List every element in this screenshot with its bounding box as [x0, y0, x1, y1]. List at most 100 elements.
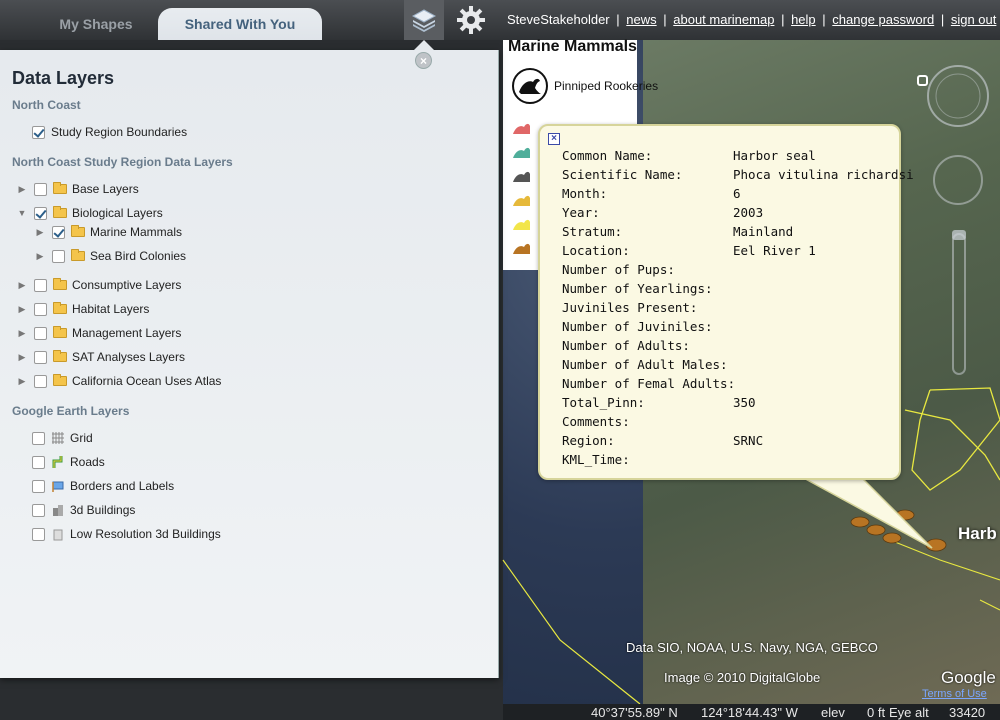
panel-title: Data Layers [12, 68, 115, 88]
balloon-field-key: Number of Adults: [562, 338, 690, 353]
balloon-field-key: Juviniles Present: [562, 300, 698, 315]
grid-icon [51, 431, 65, 445]
balloon-field-value: 350 [733, 395, 756, 410]
balloon-field-key: Number of Juviniles: [562, 319, 713, 334]
map-navigation-controls[interactable] [905, 62, 1000, 392]
legend-swatches [513, 123, 530, 254]
balloon-row: Common Name: Harbor seal [562, 148, 914, 167]
layer-label: 3d Buildings [70, 503, 136, 517]
layer-checkbox[interactable] [52, 225, 65, 239]
expand-right-icon[interactable]: ▶ [18, 376, 26, 386]
layer-biological[interactable]: ▼ Biological Layers [18, 204, 163, 222]
expand-right-icon[interactable]: ▶ [36, 227, 44, 237]
expand-right-icon[interactable]: ▶ [18, 280, 26, 290]
google-logo: Google [941, 668, 996, 687]
layer-checkbox[interactable] [34, 206, 47, 220]
layer-ocean-uses-atlas[interactable]: ▶ California Ocean Uses Atlas [18, 372, 221, 390]
layer-checkbox[interactable] [32, 527, 45, 541]
balloon-field-key: Number of Yearlings: [562, 281, 713, 296]
layer-roads[interactable]: Roads [32, 453, 105, 471]
folder-icon [53, 182, 67, 194]
section-north-coast: North Coast [12, 98, 81, 112]
coast-line [979, 599, 1000, 611]
expand-right-icon[interactable]: ▶ [18, 304, 26, 314]
balloon-field-value: Eel River 1 [733, 243, 816, 258]
layer-consumptive[interactable]: ▶ Consumptive Layers [18, 276, 181, 294]
layer-checkbox[interactable] [32, 503, 45, 517]
layer-checkbox[interactable] [34, 278, 47, 292]
balloon-field-key: Common Name: [562, 148, 653, 163]
layer-checkbox[interactable] [34, 326, 47, 340]
layer-label: Base Layers [72, 182, 139, 196]
layer-label: Habitat Layers [72, 302, 150, 316]
layer-low-res-3d-buildings[interactable]: Low Resolution 3d Buildings [32, 525, 221, 543]
balloon-row: Number of Pups: [562, 262, 914, 281]
folder-icon [53, 206, 67, 218]
layer-management[interactable]: ▶ Management Layers [18, 324, 181, 342]
section-ncsr-data-layers: North Coast Study Region Data Layers [12, 155, 233, 169]
place-label: Harb [958, 524, 997, 543]
close-panel-button[interactable]: × [415, 52, 432, 69]
image-credit: Image © 2010 DigitalGlobe [664, 670, 821, 685]
balloon-row: Location: Eel River 1 [562, 243, 914, 262]
layer-checkbox[interactable] [34, 182, 47, 196]
folder-icon [53, 302, 67, 314]
balloon-row: Stratum: Mainland [562, 224, 914, 243]
layer-label: Marine Mammals [90, 225, 183, 239]
layer-label: California Ocean Uses Atlas [72, 374, 222, 388]
layer-checkbox[interactable] [32, 431, 45, 445]
layer-checkbox[interactable] [32, 455, 45, 469]
balloon-row: KML_Time: [562, 452, 914, 471]
layer-label: Roads [70, 455, 105, 469]
balloon-row: Region: SRNC [562, 433, 914, 452]
layer-base[interactable]: ▶ Base Layers [18, 180, 139, 198]
expand-right-icon[interactable]: ▶ [18, 352, 26, 362]
layer-label: Management Layers [72, 326, 182, 340]
layer-checkbox[interactable] [32, 125, 45, 139]
latitude-readout: 40°37'55.89" N [591, 704, 678, 720]
layer-label: Biological Layers [72, 206, 163, 220]
layer-label: SAT Analyses Layers [72, 350, 185, 364]
balloon-field-key: Month: [562, 186, 608, 201]
balloon-row: Number of Yearlings: [562, 281, 914, 300]
layer-borders-labels[interactable]: Borders and Labels [32, 477, 174, 495]
layer-checkbox[interactable] [34, 302, 47, 316]
layer-habitat[interactable]: ▶ Habitat Layers [18, 300, 149, 318]
layer-label: Study Region Boundaries [51, 125, 188, 139]
layer-marine-mammals[interactable]: ▶ Marine Mammals [36, 223, 182, 241]
balloon-field-value: Mainland [733, 224, 794, 239]
terms-link[interactable]: Terms of Use [922, 688, 987, 700]
layer-checkbox[interactable] [32, 479, 45, 493]
zoom-slider[interactable] [952, 233, 966, 375]
flag-icon [51, 479, 65, 493]
layer-checkbox[interactable] [52, 249, 65, 263]
expand-right-icon[interactable]: ▶ [18, 184, 26, 194]
elevation-value: 0 ft [867, 704, 886, 720]
expand-right-icon[interactable]: ▶ [18, 328, 26, 338]
north-icon[interactable] [917, 75, 928, 86]
balloon-field-key: Stratum: [562, 224, 623, 239]
layer-study-region-boundaries[interactable]: Study Region Boundaries [32, 123, 187, 141]
layer-checkbox[interactable] [34, 350, 47, 364]
layer-label: Sea Bird Colonies [90, 249, 187, 263]
layer-sat-analyses[interactable]: ▶ SAT Analyses Layers [18, 348, 185, 366]
balloon-field-key: KML_Time: [562, 452, 630, 467]
layer-checkbox[interactable] [34, 374, 47, 388]
legend-title: Marine Mammals [508, 38, 637, 55]
coast-line [502, 559, 641, 705]
folder-icon [71, 225, 85, 237]
layer-3d-buildings[interactable]: 3d Buildings [32, 501, 135, 519]
expand-right-icon[interactable]: ▶ [36, 251, 44, 261]
rookery-markers[interactable] [850, 509, 947, 552]
expand-down-icon[interactable]: ▼ [18, 208, 27, 218]
layer-grid[interactable]: Grid [32, 429, 93, 447]
balloon-field-value: 2003 [733, 205, 764, 220]
map-attribution: Data SIO, NOAA, U.S. Navy, NGA, GEBCO [626, 640, 878, 655]
balloon-field-key: Location: [562, 243, 630, 258]
elevation-label: elev [821, 704, 845, 720]
balloon-field-key: Comments: [562, 414, 630, 429]
balloon-field-key: Number of Adult Males: [562, 357, 728, 372]
balloon-close-button[interactable]: × [548, 133, 560, 145]
roads-icon [51, 455, 65, 469]
layer-sea-bird-colonies[interactable]: ▶ Sea Bird Colonies [36, 247, 186, 265]
